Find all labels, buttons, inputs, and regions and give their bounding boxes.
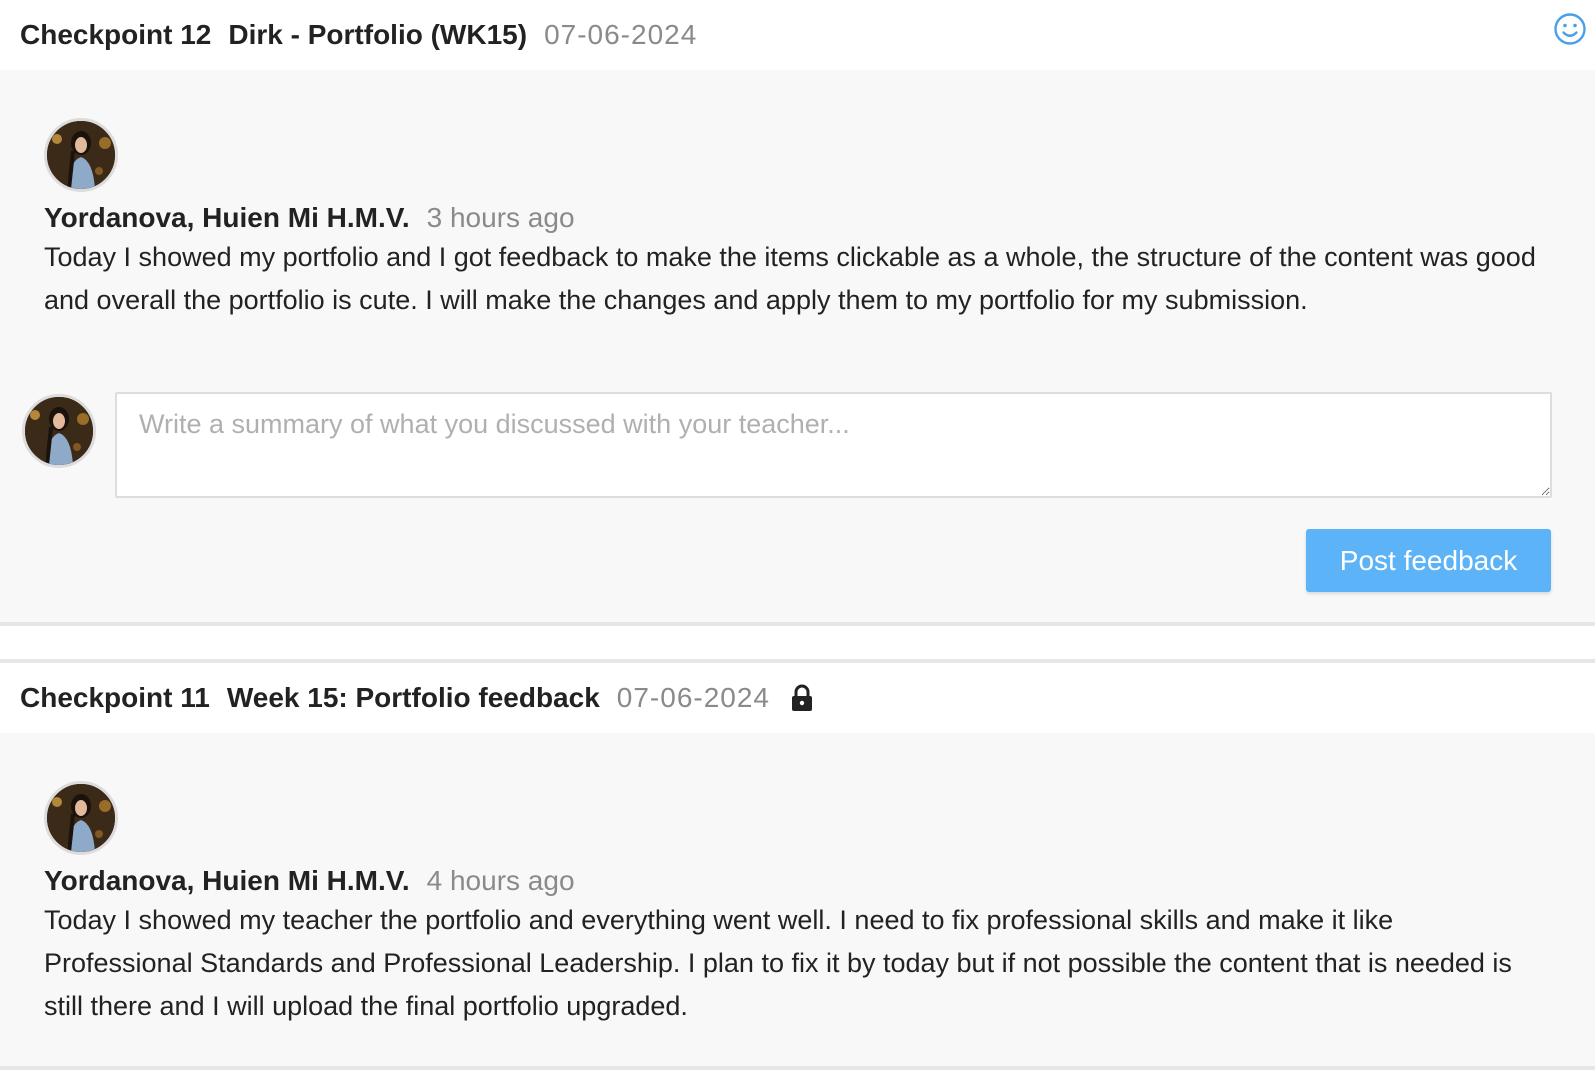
- entry-timestamp: 4 hours ago: [426, 865, 575, 896]
- checkpoint-title[interactable]: Week 15: Portfolio feedback: [227, 682, 600, 714]
- checkpoint-number: Checkpoint 12: [20, 19, 212, 50]
- entry-text: Today I showed my portfolio and I got fe…: [44, 242, 1536, 315]
- feedback-entry: Yordanova, Huien Mi H.M.V. 3 hours ago T…: [0, 70, 1595, 322]
- checkpoint-11: Checkpoint 11 Week 15: Portfolio feedbac…: [0, 663, 1595, 1070]
- checkpoint-number: Checkpoint 11: [20, 682, 210, 713]
- checkpoint-date: 07-06-2024: [544, 19, 698, 50]
- checkpoint-title[interactable]: Dirk - Portfolio (WK15): [228, 19, 527, 51]
- avatar[interactable]: [44, 118, 118, 192]
- checkpoint-header: Checkpoint 12 Dirk - Portfolio (WK15) 07…: [0, 0, 1595, 70]
- feedback-compose: [0, 392, 1595, 502]
- checkpoint-date: 07-06-2024: [616, 682, 771, 713]
- checkpoint-12: Checkpoint 12 Dirk - Portfolio (WK15) 07…: [0, 0, 1595, 626]
- lock-icon: [790, 684, 814, 712]
- checkpoint-header: Checkpoint 11 Week 15: Portfolio feedbac…: [0, 663, 1595, 733]
- author-name: Yordanova, Huien Mi H.M.V.: [44, 865, 410, 896]
- feedback-summary-input[interactable]: [115, 392, 1552, 498]
- checkpoint-body: Yordanova, Huien Mi H.M.V. 3 hours ago T…: [0, 70, 1595, 622]
- entry-timestamp: 3 hours ago: [426, 202, 575, 233]
- avatar[interactable]: [44, 781, 118, 855]
- post-feedback-button[interactable]: Post feedback: [1306, 529, 1551, 592]
- avatar: [22, 394, 96, 468]
- smiley-icon[interactable]: [1553, 12, 1587, 46]
- compose-actions: Post feedback: [0, 502, 1595, 622]
- entry-text: Today I showed my teacher the portfolio …: [44, 905, 1512, 1021]
- section-divider: [0, 1066, 1595, 1070]
- feedback-entry: Yordanova, Huien Mi H.M.V. 4 hours ago T…: [0, 733, 1595, 1028]
- author-name: Yordanova, Huien Mi H.M.V.: [44, 202, 410, 233]
- checkpoint-body: Yordanova, Huien Mi H.M.V. 4 hours ago T…: [0, 733, 1595, 1066]
